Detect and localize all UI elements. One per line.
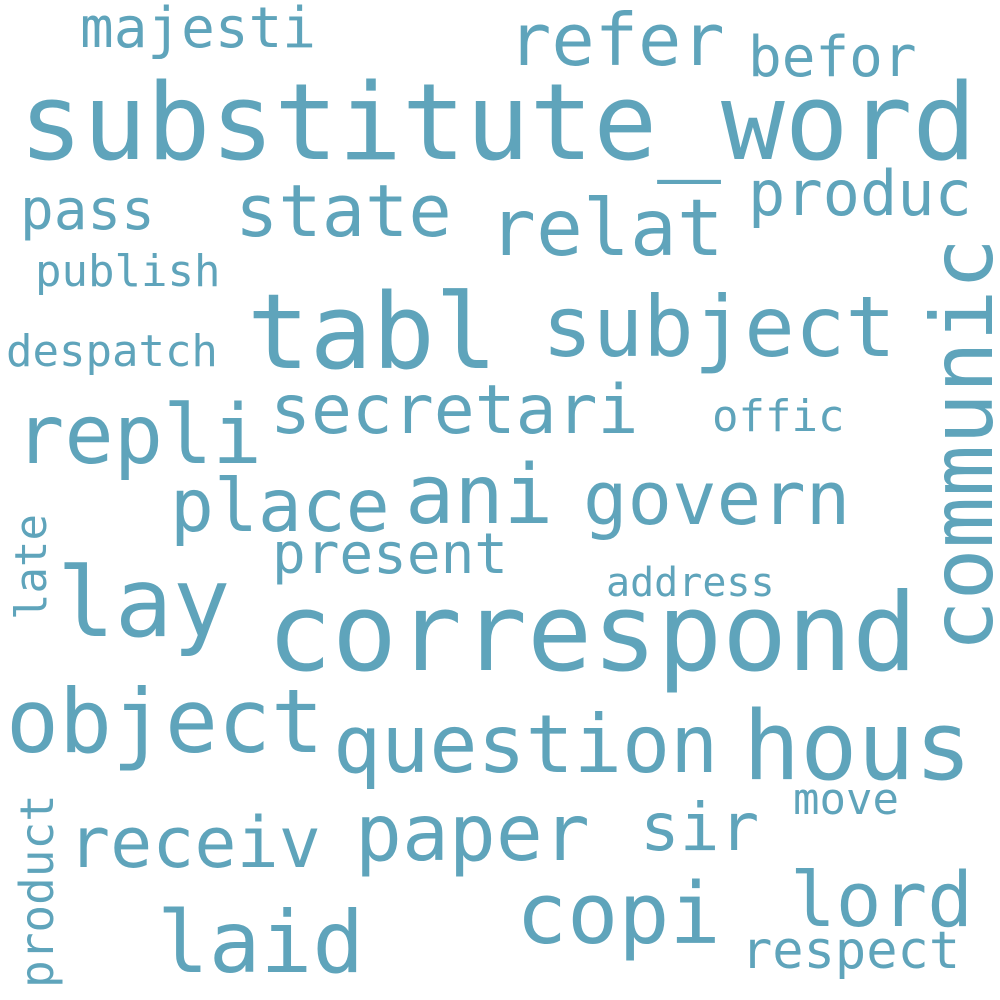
word-subject: subject <box>542 278 897 376</box>
word-majesti: majesti <box>80 0 317 61</box>
word-present: present <box>272 522 509 587</box>
word-sir: sir <box>640 789 760 866</box>
word-lay: lay <box>57 547 231 659</box>
word-befor: befor <box>748 25 917 90</box>
word-laid: laid <box>157 893 365 993</box>
word-late: late <box>6 514 57 620</box>
word-secretari: secretari <box>270 371 639 450</box>
word-object: object <box>6 670 324 773</box>
word-question: question <box>333 698 719 791</box>
word-correspond: correspond <box>267 571 918 696</box>
word-address: address <box>606 560 775 606</box>
word-communic: communic <box>913 237 1000 652</box>
word-refer: refer <box>508 0 725 82</box>
word-move: move <box>793 774 899 825</box>
word-produc: produc <box>748 157 972 230</box>
word-copi: copi <box>516 865 721 964</box>
word-tabl: tabl <box>247 271 498 393</box>
word-publish: publish <box>35 246 221 297</box>
word-paper: paper <box>355 789 590 879</box>
word-relat: relat <box>489 184 724 274</box>
word-state: state <box>235 169 452 253</box>
word-respect: respect <box>741 921 961 981</box>
word-offic: offic <box>712 391 845 442</box>
word-product: product <box>10 794 64 988</box>
word-pass: pass <box>20 178 155 243</box>
word-despatch: despatch <box>6 326 218 377</box>
word-receiv: receiv <box>68 802 321 884</box>
word-govern: govern <box>583 456 851 542</box>
word-cloud: substitute_word correspond tabl subject … <box>0 0 1000 1000</box>
